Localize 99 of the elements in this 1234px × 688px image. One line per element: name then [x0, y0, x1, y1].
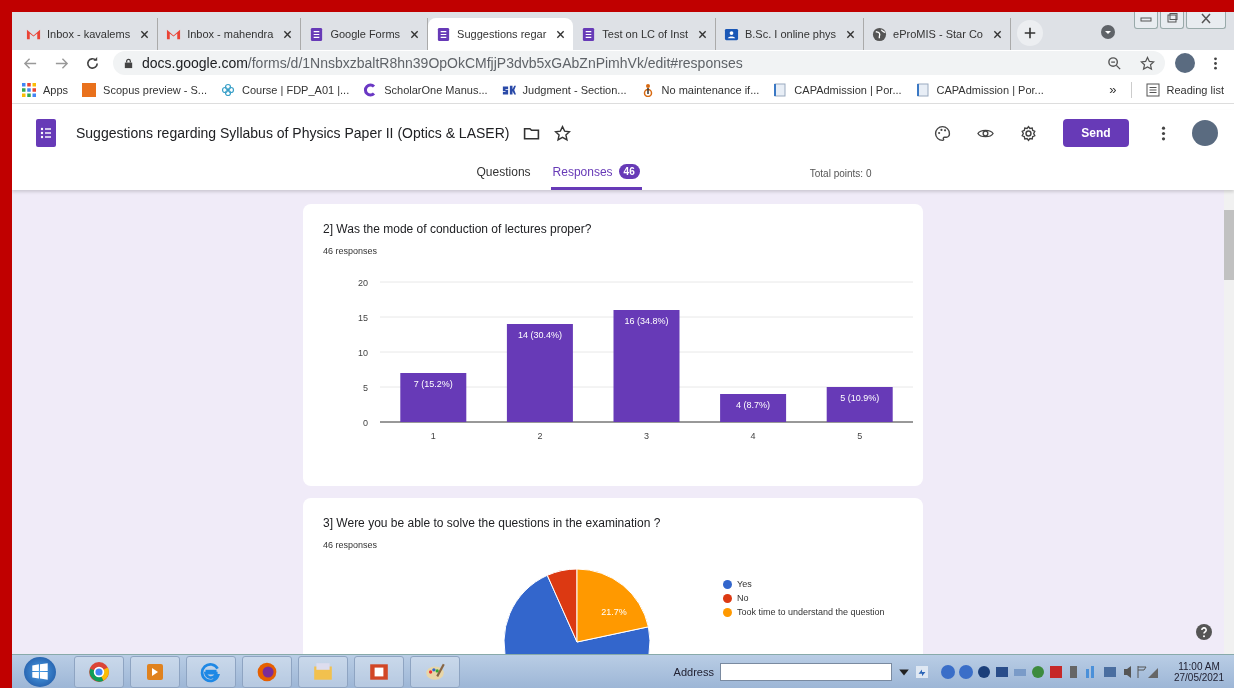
start-button[interactable] [24, 656, 56, 687]
axis-tick-label: 0 [363, 418, 368, 428]
close-icon[interactable] [992, 29, 1002, 39]
bookmark[interactable]: CAPAdmission | Por... [773, 82, 902, 97]
star-icon[interactable] [554, 124, 572, 142]
browser-tab[interactable]: Inbox - mahendra [158, 18, 302, 50]
browser-taskbar-icon[interactable] [74, 655, 124, 688]
form-icon[interactable] [36, 119, 56, 147]
person-icon [723, 26, 739, 42]
avatar[interactable] [1175, 53, 1195, 73]
bookmark[interactable]: No maintenance if... [640, 82, 760, 97]
ring-icon [363, 82, 378, 97]
count-badge: 46 [618, 164, 640, 179]
tab-search-icon[interactable] [1100, 24, 1116, 40]
form-icon [436, 26, 452, 42]
close-icon[interactable] [556, 29, 566, 39]
address-field[interactable]: docs.google.com/forms/d/1NnsbxzbaltR8hn39OpOkCMfjjP3dvb5xGAbZnPimhVk/edit#responses [113, 51, 1165, 75]
form-tab[interactable]: Responses 46 [550, 156, 642, 190]
bookmark[interactable]: ScholarOne Manus... [363, 82, 488, 97]
axis-tick-label: 5 [363, 383, 368, 393]
legend-label: Took time to understand the question [737, 607, 885, 617]
tab-label: Questions [476, 164, 531, 179]
bookmark[interactable]: CAPAdmission | Por... [915, 82, 1044, 97]
reading-list[interactable]: Reading list [1145, 82, 1224, 97]
form-tab[interactable]: Questions [474, 156, 533, 190]
axis-tick-label: 5 [857, 431, 863, 441]
square-icon [82, 82, 97, 97]
axis-tick-label: 15 [358, 313, 368, 323]
address-label: Address [673, 665, 714, 678]
bar [720, 394, 787, 422]
page-icon [773, 82, 788, 97]
close-icon[interactable] [140, 29, 150, 39]
send-button[interactable]: Send [1063, 119, 1129, 147]
more-bookmarks[interactable]: » [1109, 82, 1117, 97]
reload-icon[interactable] [85, 55, 100, 71]
browser-tab[interactable]: Inbox - kavalems [18, 18, 159, 50]
browser-tab[interactable]: Test on LC of Inst [573, 18, 716, 50]
axis-tick-label: 4 [750, 431, 756, 441]
close-icon[interactable] [846, 29, 856, 39]
question-title: 3] Were you be able to solve the questions in the examination ? [322, 516, 662, 530]
slice-label: 21.7% [601, 607, 627, 617]
axis-tick-label: 20 [358, 278, 368, 288]
bookmark[interactable]: Apps [22, 82, 69, 97]
close-button[interactable] [1186, 12, 1226, 29]
paint-taskbar-icon[interactable] [410, 655, 460, 688]
legend-label: Yes [737, 579, 752, 589]
form-icon [581, 26, 597, 42]
grid-icon [22, 82, 36, 97]
address-field[interactable] [719, 662, 892, 681]
globe-icon [872, 26, 888, 42]
scrollbar-thumb[interactable] [1224, 210, 1234, 280]
new-tab-button[interactable] [1016, 20, 1043, 46]
close-icon[interactable] [410, 29, 420, 39]
star-icon[interactable] [1140, 55, 1155, 71]
flower-icon [221, 82, 235, 97]
axis-tick-label: 2 [537, 431, 543, 441]
value-label: 4 (8.7%) [736, 400, 771, 410]
clock-time: 11:00 AM [1178, 660, 1220, 672]
help-icon[interactable] [1196, 624, 1212, 640]
close-icon[interactable] [697, 29, 707, 39]
tab-label: Responses [552, 164, 613, 179]
bookmark[interactable]: Scopus preview - S... [82, 82, 207, 97]
bar [400, 373, 467, 422]
form-icon [309, 26, 325, 42]
bookmark[interactable]: Judgment - Section... [501, 82, 627, 97]
zoom-icon[interactable] [1107, 55, 1122, 71]
go-icon[interactable] [915, 665, 928, 678]
bar [826, 387, 893, 422]
palette-icon[interactable] [934, 124, 951, 142]
response-count: 46 responses [322, 540, 379, 550]
response-count: 46 responses [322, 246, 379, 256]
axis-tick-label: 10 [358, 348, 368, 358]
bookmark[interactable]: Course | FDP_A01 |... [221, 82, 350, 97]
presentation-taskbar-icon[interactable] [354, 655, 404, 688]
total-points: Total points: 0 [809, 167, 872, 179]
question-title: 2] Was the mode of conduction of lectures proper? [322, 222, 593, 236]
avatar[interactable] [1192, 120, 1218, 146]
browser-tab[interactable]: B.Sc. I online phys [715, 18, 865, 50]
axis-tick-label: 3 [644, 431, 649, 441]
list-icon [1145, 82, 1160, 97]
restore-button[interactable] [1160, 12, 1184, 29]
plus-icon [1022, 26, 1037, 40]
lock-icon [123, 57, 134, 69]
clock-date: 27/05/2021 [1173, 671, 1224, 683]
legend-label: No [737, 593, 749, 603]
value-label: 16 (34.8%) [624, 316, 669, 326]
value-label: 14 (30.4%) [517, 330, 562, 340]
close-icon[interactable] [283, 29, 293, 39]
windows-logo-icon [29, 660, 51, 683]
page-icon [915, 82, 930, 97]
axis-tick-label: 1 [430, 431, 436, 441]
browser-tab[interactable]: eProMIS - Star Co [864, 18, 1011, 50]
value-label: 5 (10.9%) [840, 393, 880, 403]
explorer-taskbar-icon[interactable] [186, 655, 236, 688]
browser-tab[interactable]: Suggestions regar [428, 18, 574, 50]
value-label: 7 (15.2%) [413, 379, 453, 389]
settings-icon[interactable] [1020, 124, 1037, 142]
firefox-taskbar-icon[interactable] [242, 655, 292, 688]
form-title: Suggestions regarding Syllabus of Physics Paper II (Optics & LASER) [76, 125, 510, 141]
